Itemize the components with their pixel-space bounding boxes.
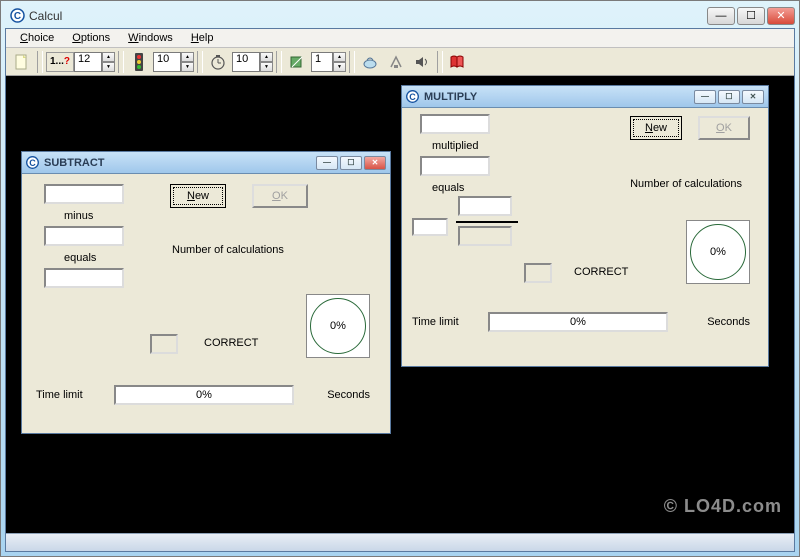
child-minimize-button[interactable]: —	[694, 90, 716, 104]
ok-button[interactable]: OKOK	[698, 116, 750, 140]
minimize-button[interactable]: —	[707, 7, 735, 25]
action-icon-1[interactable]	[358, 51, 382, 73]
menubar: CChoicehoice OptionsOptions WindowsWindo…	[6, 29, 794, 48]
toolbar-separator	[118, 51, 124, 73]
sound-icon[interactable]	[410, 51, 434, 73]
multiply-window[interactable]: C MULTIPLY — ☐ ✕ multiplied equals	[401, 85, 769, 367]
new-button[interactable]: NewNew	[630, 116, 682, 140]
child-close-button[interactable]: ✕	[742, 90, 764, 104]
operand2-input[interactable]	[420, 156, 490, 176]
toolbar: 1...?1...? 12 ▲▼ 10 ▲▼ 10 ▲▼	[6, 48, 794, 76]
child-close-button[interactable]: ✕	[364, 156, 386, 170]
seconds-label: Seconds	[327, 389, 370, 401]
select-spinner[interactable]: 1 ▲▼	[311, 51, 346, 73]
child-minimize-button[interactable]: —	[316, 156, 338, 170]
count-spinner[interactable]: 10 ▲▼	[153, 51, 194, 73]
equals-label: equals	[432, 182, 464, 194]
subtract-title: SUBTRACT	[44, 157, 105, 169]
svg-text:C: C	[409, 92, 416, 102]
operand1-input[interactable]	[420, 114, 490, 134]
app-icon: C	[9, 8, 25, 24]
progress-display: 0%	[114, 385, 294, 405]
multiplied-label: multiplied	[432, 140, 478, 152]
title-text: Calcul	[29, 9, 62, 23]
subtract-body: minus equals NewNew OKOK Number of calcu…	[22, 174, 390, 433]
count-input[interactable]: 10	[153, 52, 181, 72]
num-calc-label: Number of calculations	[630, 178, 742, 190]
multiply-titlebar[interactable]: C MULTIPLY — ☐ ✕	[402, 86, 768, 108]
time-limit-label: Time limit	[36, 389, 83, 401]
operand2-input[interactable]	[44, 226, 124, 246]
titlebar[interactable]: C Calcul — ☐ ✕	[5, 5, 795, 28]
watermark: © LO4D.com	[664, 496, 782, 517]
timer-input[interactable]: 10	[232, 52, 260, 72]
toolbar-separator	[197, 51, 203, 73]
num-calc-label: Number of calculations	[172, 244, 284, 256]
child-maximize-button[interactable]: ☐	[340, 156, 362, 170]
new-file-icon[interactable]	[10, 51, 34, 73]
subtract-titlebar[interactable]: C SUBTRACT — ☐ ✕	[22, 152, 390, 174]
mdi-area: C MULTIPLY — ☐ ✕ multiplied equals	[6, 76, 794, 533]
multiply-body: multiplied equals NewNew OKOK Number of …	[402, 108, 768, 366]
result-upper-input[interactable]	[458, 196, 512, 216]
toolbar-separator	[437, 51, 443, 73]
minus-label: minus	[64, 210, 93, 222]
question-mark-icon: ?	[64, 56, 70, 67]
close-button[interactable]: ✕	[767, 7, 795, 25]
timer-spinner[interactable]: 10 ▲▼	[232, 51, 273, 73]
menu-windows[interactable]: WindowsWindows	[120, 30, 181, 46]
time-limit-label: Time limit	[412, 316, 459, 328]
range-input[interactable]: 12	[74, 52, 102, 72]
maximize-button[interactable]: ☐	[737, 7, 765, 25]
traffic-light-icon[interactable]	[127, 51, 151, 73]
result-side-input[interactable]	[412, 218, 448, 236]
menu-options[interactable]: OptionsOptions	[64, 30, 118, 46]
progress-display: 0%	[488, 312, 668, 332]
equals-label: equals	[64, 252, 96, 264]
menu-help[interactable]: HelpHelp	[183, 30, 222, 46]
timer-icon[interactable]	[206, 51, 230, 73]
percent-gauge: 0%	[686, 220, 750, 284]
select-input[interactable]: 1	[311, 52, 333, 72]
result-input[interactable]	[44, 268, 124, 288]
subtract-window[interactable]: C SUBTRACT — ☐ ✕ minus equals NewNew	[21, 151, 391, 434]
help-book-icon[interactable]	[446, 51, 470, 73]
seconds-label: Seconds	[707, 316, 750, 328]
toolbar-separator	[37, 51, 43, 73]
child-maximize-button[interactable]: ☐	[718, 90, 740, 104]
action-icon-2[interactable]	[384, 51, 408, 73]
main-window: C Calcul — ☐ ✕ CChoicehoice OptionsOptio…	[1, 1, 799, 556]
correct-count-display	[150, 334, 178, 354]
app-icon: C	[26, 156, 40, 170]
correct-label: CORRECT	[204, 337, 258, 349]
multiply-title: MULTIPLY	[424, 91, 477, 103]
ok-button[interactable]: OKOK	[252, 184, 308, 208]
range-spinner[interactable]: 1...?1...? 12 ▲▼	[46, 51, 115, 73]
toolbar-separator	[349, 51, 355, 73]
correct-label: CORRECT	[574, 266, 628, 278]
svg-text:C: C	[29, 158, 36, 168]
client-area: CChoicehoice OptionsOptions WindowsWindo…	[5, 28, 795, 552]
menu-choice[interactable]: CChoicehoice	[12, 30, 62, 46]
toolbar-separator	[276, 51, 282, 73]
result-lower-display	[458, 226, 512, 246]
app-icon: C	[406, 90, 420, 104]
new-button[interactable]: NewNew	[170, 184, 226, 208]
statusbar	[6, 533, 794, 551]
select-icon[interactable]	[285, 51, 309, 73]
operand1-input[interactable]	[44, 184, 124, 204]
correct-count-display	[524, 263, 552, 283]
svg-text:C: C	[13, 11, 20, 22]
fraction-line	[456, 221, 518, 223]
percent-gauge: 0%	[306, 294, 370, 358]
